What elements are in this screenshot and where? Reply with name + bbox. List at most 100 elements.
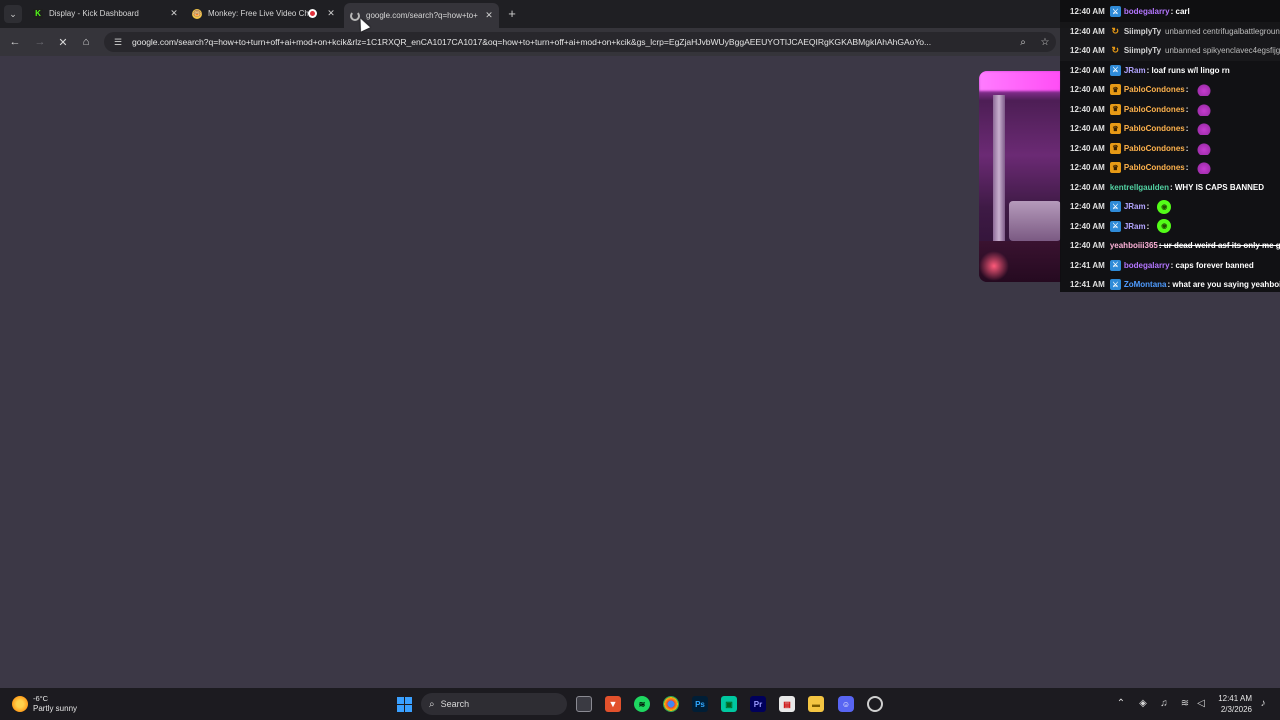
message-text: : carl <box>1170 7 1190 17</box>
message-time: 12:40 AM <box>1070 26 1105 36</box>
message-time: 12:40 AM <box>1070 65 1105 75</box>
chat-username[interactable]: PabloCondones <box>1124 105 1185 114</box>
bed <box>1009 201 1061 241</box>
editor-icon[interactable]: ▤ <box>779 696 795 712</box>
tab-search-button[interactable]: ⌄ <box>4 5 22 23</box>
led-light-strip <box>979 71 1061 91</box>
app-icon[interactable]: ▣ <box>721 696 737 712</box>
message-time: 12:40 AM <box>1070 163 1105 173</box>
message-time: 12:40 AM <box>1070 202 1105 212</box>
wifi-icon[interactable]: ≋ <box>1178 696 1192 710</box>
zoom-icon[interactable]: ⌕ <box>1016 35 1030 49</box>
message-text: : loaf runs w/l lingo rn <box>1146 65 1230 75</box>
site-info-icon[interactable]: ☰ <box>112 36 124 48</box>
crown-badge-icon: ♛ <box>1109 84 1121 96</box>
emote-icon <box>1196 141 1213 155</box>
light-glow <box>979 251 1009 281</box>
url-text[interactable]: google.com/search?q=how+to+turn+off+ai+m… <box>132 37 1012 47</box>
chat-username[interactable]: bodegalarry <box>1124 261 1170 270</box>
chat-username[interactable]: bodegalarry <box>1124 7 1170 16</box>
chat-username[interactable]: PabloCondones <box>1124 85 1185 94</box>
notification-bell-icon[interactable]: ♪ <box>1256 696 1270 710</box>
tab-title: Display - Kick Dashboard <box>49 9 139 18</box>
tab-title: Monkey: Free Live Video Ch <box>208 9 308 18</box>
chat-username[interactable]: PabloCondones <box>1124 144 1185 153</box>
moderator-badge-icon: ⚔ <box>1109 259 1121 271</box>
chat-username[interactable]: kentrellgaulden <box>1110 183 1169 192</box>
message-text: : <box>1185 85 1189 95</box>
message-time: 12:40 AM <box>1070 241 1105 251</box>
crown-badge-icon: ♛ <box>1109 162 1121 174</box>
close-icon[interactable]: ✕ <box>483 10 495 22</box>
start-button[interactable] <box>396 696 412 712</box>
moderator-badge-icon: ⚔ <box>1109 6 1121 18</box>
emote-icon <box>1196 122 1213 136</box>
speaker-icon[interactable]: ◁ <box>1194 696 1208 710</box>
tray-app-icon[interactable]: ◈ <box>1136 696 1150 710</box>
tab-kick-dashboard[interactable]: K Display - Kick Dashboard ✕ <box>28 3 180 24</box>
home-button[interactable]: ⌂ <box>78 34 94 50</box>
address-bar[interactable]: ☰ google.com/search?q=how+to+turn+off+ai… <box>104 32 1056 52</box>
emote-icon: ◉ <box>1157 199 1172 214</box>
brave-icon[interactable]: ▼ <box>605 696 621 712</box>
tab-title: google.com/search?q=how+to+ <box>366 11 478 20</box>
tab-monkey[interactable]: 🐵 Monkey: Free Live Video Ch ✕ <box>187 3 337 24</box>
chevron-up-icon[interactable]: ⌃ <box>1114 696 1128 710</box>
spotify-icon[interactable]: ≋ <box>634 696 650 712</box>
chat-username[interactable]: JRam <box>1124 202 1146 211</box>
microphone-icon[interactable]: ♫ <box>1157 696 1171 710</box>
system-clock[interactable]: 12:41 AM 2/3/2026 <box>1212 693 1252 715</box>
chat-message: 12:40 AM ♛ PabloCondones : <box>1060 100 1280 120</box>
chat-message: 12:40 AM kentrellgaulden : WHY IS CAPS B… <box>1060 178 1280 198</box>
chat-username[interactable]: SiimplyTy <box>1124 27 1161 36</box>
chat-message: 12:40 AM ♛ PabloCondones : <box>1060 119 1280 139</box>
message-time: 12:40 AM <box>1070 7 1105 17</box>
chat-username[interactable]: JRam <box>1124 66 1146 75</box>
emote-icon <box>1196 161 1213 175</box>
obs-icon[interactable] <box>867 696 883 712</box>
chat-message: 12:40 AM ♛ PabloCondones : <box>1060 139 1280 159</box>
chevron-down-icon: ⌄ <box>9 8 17 19</box>
discord-icon[interactable]: ☺ <box>838 696 854 712</box>
chat-username[interactable]: PabloCondones <box>1124 124 1185 133</box>
stop-button[interactable]: ✕ <box>55 34 71 50</box>
message-text: : ur dead weird asf its only me g <box>1158 241 1280 251</box>
clock-date: 2/3/2026 <box>1220 705 1252 714</box>
chat-mod-action: 12:40 AM ↻ SiimplyTy unbanned centrifuga… <box>1060 22 1280 42</box>
webcam-overlay <box>979 71 1061 282</box>
chat-message: 12:41 AM ⚔ ZoMontana : what are you sayi… <box>1060 275 1280 295</box>
chat-username[interactable]: PabloCondones <box>1124 163 1185 172</box>
message-text: : <box>1185 104 1189 114</box>
premiere-pro-icon[interactable]: Pr <box>750 696 766 712</box>
close-icon[interactable]: ✕ <box>325 8 337 20</box>
plus-icon: + <box>508 5 516 21</box>
chrome-icon[interactable] <box>663 696 679 712</box>
message-time: 12:40 AM <box>1070 85 1105 95</box>
photoshop-icon[interactable]: Ps <box>692 696 708 712</box>
back-button[interactable]: ← <box>7 34 23 50</box>
chat-username[interactable]: JRam <box>1124 222 1146 231</box>
chat-overlay: 12:40 AM ⚔ bodegalarry : carl 12:40 AM ↻… <box>1060 0 1280 292</box>
message-text: : <box>1185 143 1189 153</box>
chat-message: 12:40 AM ♛ PabloCondones : <box>1060 158 1280 178</box>
chat-message: 12:40 AM ⚔ JRam : ◉ <box>1060 217 1280 237</box>
moderator-badge-icon: ⚔ <box>1109 64 1121 76</box>
monkey-favicon-icon: 🐵 <box>192 8 202 19</box>
forward-button[interactable]: → <box>32 34 48 50</box>
browser-toolbar: ← → ✕ ⌂ ☰ google.com/search?q=how+to+tur… <box>0 28 1060 56</box>
new-tab-button[interactable]: + <box>505 5 519 21</box>
chat-username[interactable]: SiimplyTy <box>1124 46 1161 55</box>
partly-sunny-icon <box>12 695 28 712</box>
bookmark-star-icon[interactable]: ☆ <box>1038 35 1052 49</box>
chat-message-deleted: 12:40 AM yeahboiii365 : ur dead weird as… <box>1060 236 1280 256</box>
close-icon[interactable]: ✕ <box>168 8 180 20</box>
file-explorer-icon[interactable]: ▬ <box>808 696 824 712</box>
taskbar-search[interactable]: ⌕ Search <box>421 693 567 715</box>
task-view-icon[interactable] <box>576 696 592 712</box>
weather-widget[interactable]: -6°C Partly sunny <box>12 694 77 713</box>
chat-username[interactable]: yeahboiii365 <box>1110 241 1158 250</box>
chat-message: 12:40 AM ⚔ JRam : loaf runs w/l lingo rn <box>1060 61 1280 81</box>
chat-username[interactable]: ZoMontana <box>1124 280 1167 289</box>
message-text: : <box>1185 124 1189 134</box>
recording-icon <box>308 9 317 18</box>
